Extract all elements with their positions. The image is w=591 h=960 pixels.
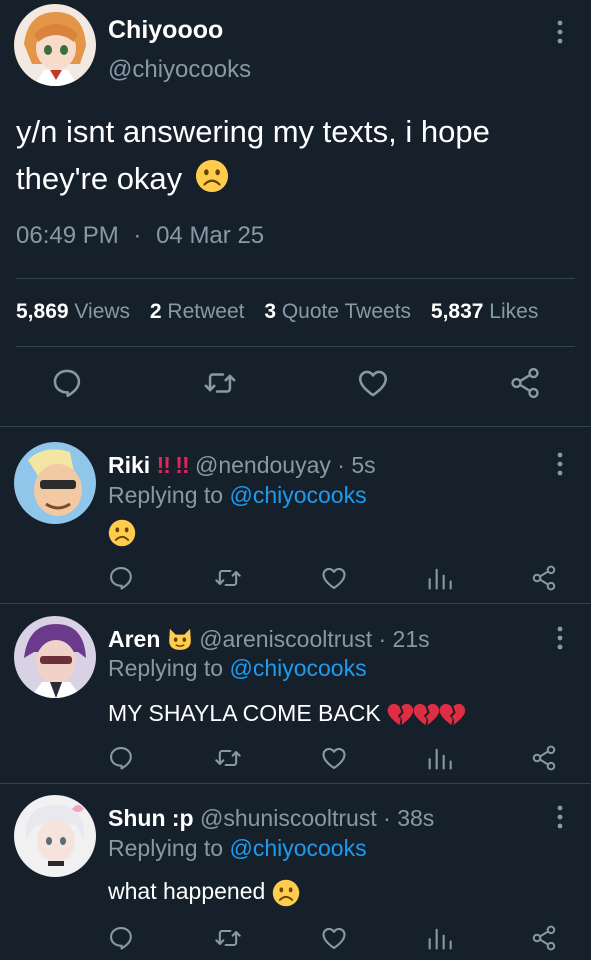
tweet-timestamp[interactable]: 06:49 PM · 04 Mar 25 xyxy=(16,222,264,250)
heart-icon[interactable] xyxy=(356,366,390,400)
divider xyxy=(0,603,591,604)
reply-header: Riki !! !! @nendouyay · 5s xyxy=(108,452,376,479)
retweet-icon[interactable] xyxy=(214,924,242,952)
reply-author-name[interactable]: Shun :p xyxy=(108,805,194,831)
reply-icon[interactable] xyxy=(107,564,135,592)
views-count: 5,869 xyxy=(16,300,69,323)
reply-author-handle[interactable]: @shuniscooltrust xyxy=(200,805,377,831)
tweet-date: 04 Mar 25 xyxy=(156,222,265,249)
reply-author-name[interactable]: Aren xyxy=(108,626,160,652)
avatar[interactable] xyxy=(14,442,96,524)
reply-text xyxy=(108,518,136,547)
reply-header: Aren @areniscooltrust · 21s xyxy=(108,626,430,653)
likes-count: 5,837 xyxy=(430,300,484,323)
divider xyxy=(0,426,591,427)
retweets-label: Retweet xyxy=(167,300,245,323)
quotes-label: Quote Tweets xyxy=(281,300,412,323)
reply-author-badge: !! !! xyxy=(156,452,190,478)
tweet-text-content: y/n isnt answering my texts, i hope they… xyxy=(16,114,490,196)
views-icon[interactable] xyxy=(425,564,453,592)
views-icon[interactable] xyxy=(425,744,453,772)
retweet-icon[interactable] xyxy=(214,564,242,592)
reply-text-content: MY SHAYLA COME BACK xyxy=(108,700,381,726)
avatar-illustration-icon xyxy=(14,795,96,877)
divider xyxy=(0,783,591,784)
reply-time: · 21s xyxy=(378,626,430,652)
likes-label: Likes xyxy=(489,300,539,323)
divider xyxy=(16,346,575,347)
heart-icon[interactable] xyxy=(320,744,348,772)
avatar-illustration-icon xyxy=(14,616,96,698)
tweet-text: y/n isnt answering my texts, i hope they… xyxy=(16,108,576,202)
avatar[interactable] xyxy=(14,4,96,86)
frowning-face-icon xyxy=(108,519,136,547)
reply-icon[interactable] xyxy=(107,924,135,952)
broken-heart-icon xyxy=(439,703,465,727)
avatar-illustration-icon xyxy=(14,442,96,524)
avatar[interactable] xyxy=(14,795,96,877)
reply-author-handle[interactable]: @areniscooltrust xyxy=(199,626,372,652)
retweets-count: 2 xyxy=(149,300,162,323)
more-options-icon[interactable] xyxy=(550,624,570,652)
retweet-icon[interactable] xyxy=(203,366,237,400)
reply-author-name[interactable]: Riki xyxy=(108,452,150,478)
reply-author-handle[interactable]: @nendouyay xyxy=(195,452,331,478)
tweet-stats: 5,869 Views 2 Retweet 3 Quote Tweets 5,8… xyxy=(16,300,552,324)
share-icon[interactable] xyxy=(508,366,542,400)
views-stat[interactable]: 5,869 Views xyxy=(16,300,130,323)
replying-to-handle[interactable]: @chiyocooks xyxy=(229,835,366,861)
replying-to-handle[interactable]: @chiyocooks xyxy=(229,482,366,508)
tweet-time: 06:49 PM xyxy=(16,222,119,249)
broken-heart-icon xyxy=(387,703,413,727)
reply-icon[interactable] xyxy=(107,744,135,772)
likes-stat[interactable]: 5,837 Likes xyxy=(431,300,538,323)
replying-prefix: Replying to xyxy=(108,835,224,861)
reply-time: · 5s xyxy=(337,452,376,478)
broken-heart-icon xyxy=(413,703,439,727)
author-handle[interactable]: @chiyocooks xyxy=(108,56,251,84)
replying-to: Replying to @chiyocooks xyxy=(108,835,367,862)
reply-text-content: what happened xyxy=(108,878,266,904)
meta-separator: · xyxy=(133,222,142,249)
replying-to: Replying to @chiyocooks xyxy=(108,655,367,682)
replying-to: Replying to @chiyocooks xyxy=(108,482,367,509)
reply-header: Shun :p @shuniscooltrust · 38s xyxy=(108,805,434,832)
quotes-stat[interactable]: 3 Quote Tweets xyxy=(264,300,411,323)
heart-icon[interactable] xyxy=(320,564,348,592)
cat-face-icon xyxy=(168,628,191,650)
frowning-face-icon xyxy=(272,879,300,907)
replying-prefix: Replying to xyxy=(108,482,224,508)
retweet-icon[interactable] xyxy=(214,744,242,772)
reply-text: what happened xyxy=(108,878,300,907)
avatar-illustration-icon xyxy=(14,4,96,86)
reply-text: MY SHAYLA COME BACK xyxy=(108,700,465,727)
replying-prefix: Replying to xyxy=(108,655,224,681)
views-icon[interactable] xyxy=(425,924,453,952)
more-options-icon[interactable] xyxy=(550,450,570,478)
quotes-count: 3 xyxy=(264,300,276,323)
replying-to-handle[interactable]: @chiyocooks xyxy=(229,655,366,681)
share-icon[interactable] xyxy=(530,924,558,952)
frowning-face-icon xyxy=(195,159,229,193)
author-name[interactable]: Chiyoooo xyxy=(108,16,223,45)
reply-icon[interactable] xyxy=(50,366,84,400)
more-options-icon[interactable] xyxy=(550,803,570,831)
retweets-stat[interactable]: 2 Retweet xyxy=(150,300,245,323)
divider xyxy=(16,278,575,279)
more-options-icon[interactable] xyxy=(548,18,572,46)
views-label: Views xyxy=(74,300,131,323)
reply-time: · 38s xyxy=(383,805,435,831)
heart-icon[interactable] xyxy=(320,924,348,952)
share-icon[interactable] xyxy=(530,564,558,592)
avatar[interactable] xyxy=(14,616,96,698)
share-icon[interactable] xyxy=(530,744,558,772)
